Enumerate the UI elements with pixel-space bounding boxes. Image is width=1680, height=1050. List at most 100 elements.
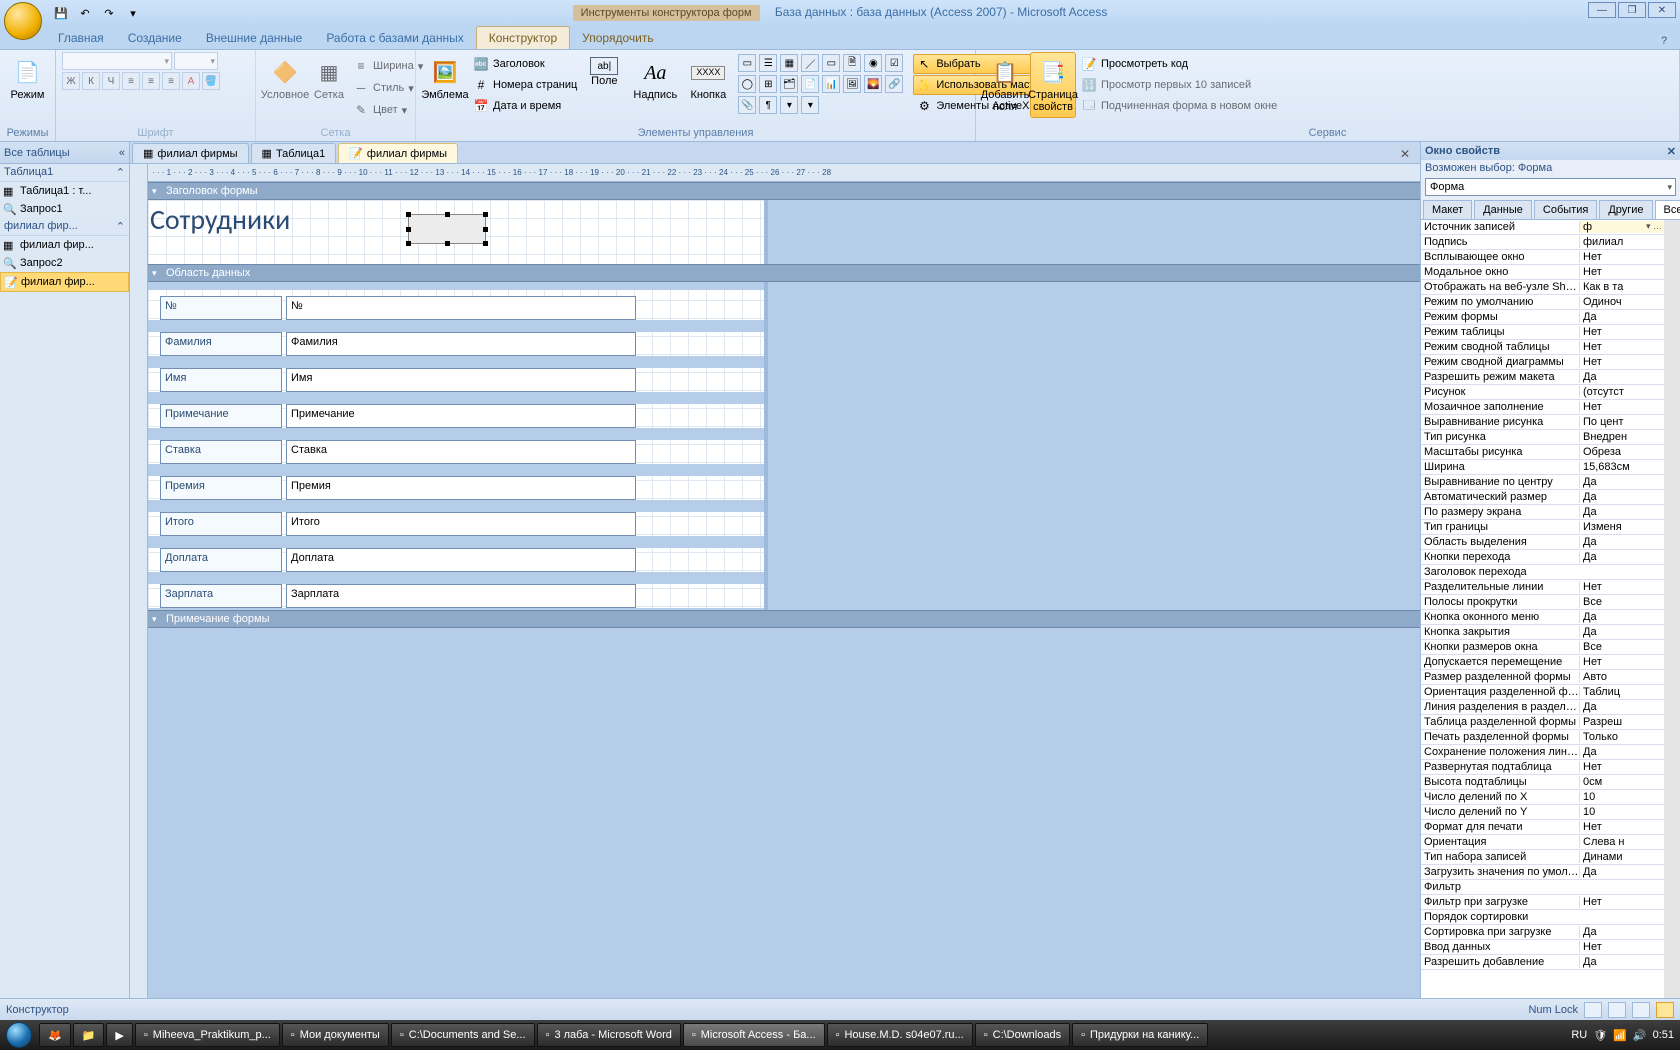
field-row[interactable]: ДоплатаДоплата bbox=[160, 548, 636, 572]
qat-customize-icon[interactable]: ▾ bbox=[122, 3, 144, 23]
form-title-label[interactable]: Сотрудники bbox=[150, 202, 290, 237]
field-label[interactable]: № bbox=[160, 296, 282, 320]
property-object-combo[interactable]: Форма bbox=[1425, 178, 1676, 196]
property-row[interactable]: Тип рисункаВнедрен bbox=[1421, 430, 1664, 445]
date-time-button[interactable]: 📅Дата и время bbox=[470, 96, 580, 116]
undo-icon[interactable]: ↶ bbox=[74, 3, 96, 23]
property-value[interactable]: 15,683см bbox=[1579, 461, 1664, 473]
property-value[interactable]: Нет bbox=[1579, 581, 1664, 593]
property-row[interactable]: Режим сводной диаграммыНет bbox=[1421, 355, 1664, 370]
property-value[interactable]: Да bbox=[1579, 746, 1664, 758]
italic-button[interactable]: К bbox=[82, 72, 100, 90]
taskbar-clock[interactable]: 0:51 bbox=[1653, 1029, 1674, 1041]
system-tray[interactable]: RU 🛡 📶 🔊 0:51 bbox=[1571, 1029, 1680, 1042]
nav-item-table1[interactable]: ▦Таблица1 : т... bbox=[0, 182, 129, 200]
help-icon[interactable]: ? bbox=[1656, 33, 1672, 49]
field-row[interactable]: ЗарплатаЗарплата bbox=[160, 584, 636, 608]
property-grid[interactable]: Источник записейфПодписьфилиалВсплывающе… bbox=[1421, 220, 1664, 998]
taskbar-item[interactable]: ▫Мои документы bbox=[282, 1023, 389, 1047]
grid-width[interactable]: ≡Ширина ▾ bbox=[350, 56, 426, 76]
chevron-left-icon[interactable]: « bbox=[119, 147, 125, 159]
property-row[interactable]: Всплывающее окноНет bbox=[1421, 250, 1664, 265]
property-row[interactable]: Кнопка оконного менюДа bbox=[1421, 610, 1664, 625]
property-value[interactable]: филиал bbox=[1579, 236, 1664, 248]
close-button[interactable]: ✕ bbox=[1648, 2, 1676, 18]
align-left-icon[interactable]: ≡ bbox=[122, 72, 140, 90]
property-value[interactable]: ф bbox=[1579, 221, 1664, 233]
property-value[interactable]: Да bbox=[1579, 371, 1664, 383]
unbound-object-icon[interactable]: 🖼 bbox=[843, 75, 861, 93]
bound-object-icon[interactable]: 🗎 bbox=[843, 54, 861, 72]
property-value[interactable]: Да bbox=[1579, 506, 1664, 518]
view-form-icon[interactable] bbox=[1584, 1002, 1602, 1018]
property-value[interactable]: Нет bbox=[1579, 356, 1664, 368]
property-value[interactable]: Динами bbox=[1579, 851, 1664, 863]
property-value[interactable]: Да bbox=[1579, 311, 1664, 323]
tab-database-tools[interactable]: Работа с базами данных bbox=[314, 27, 475, 49]
property-row[interactable]: Область выделенияДа bbox=[1421, 535, 1664, 550]
property-row[interactable]: Автоматический размерДа bbox=[1421, 490, 1664, 505]
attachment-icon[interactable]: 📎 bbox=[738, 96, 756, 114]
subform-new-window-button[interactable]: 🗔Подчиненная форма в новом окне bbox=[1078, 96, 1280, 116]
property-value[interactable]: Нет bbox=[1579, 941, 1664, 953]
property-value[interactable]: Слева н bbox=[1579, 836, 1664, 848]
property-value[interactable]: По цент bbox=[1579, 416, 1664, 428]
property-value[interactable]: Да bbox=[1579, 536, 1664, 548]
property-row[interactable]: Число делений по X10 bbox=[1421, 790, 1664, 805]
maximize-button[interactable]: ❐ bbox=[1618, 2, 1646, 18]
nav-header[interactable]: Все таблицы« bbox=[0, 142, 129, 164]
title-button[interactable]: 🔤Заголовок bbox=[470, 54, 580, 74]
property-value[interactable]: Да bbox=[1579, 866, 1664, 878]
section-form-header[interactable]: Заголовок формы bbox=[148, 182, 1420, 200]
top-records-button[interactable]: 🔢Просмотр первых 10 записей bbox=[1078, 75, 1280, 95]
option-group-icon[interactable]: ◉ bbox=[864, 54, 882, 72]
field-row[interactable]: ИмяИмя bbox=[160, 368, 636, 392]
conditional-format-button[interactable]: 🔶 Условное bbox=[262, 52, 308, 106]
taskbar-item[interactable]: ▫Придурки на канику... bbox=[1072, 1023, 1208, 1047]
property-row[interactable]: Кнопки размеров окнаВсе bbox=[1421, 640, 1664, 655]
taskbar-item[interactable]: ▫C:\Documents and Se... bbox=[391, 1023, 535, 1047]
property-row[interactable]: Линия разделения в разделенной фДа bbox=[1421, 700, 1664, 715]
field-row[interactable]: ФамилияФамилия bbox=[160, 332, 636, 356]
property-row[interactable]: Число делений по Y10 bbox=[1421, 805, 1664, 820]
property-value[interactable]: Разреш bbox=[1579, 716, 1664, 728]
property-row[interactable]: Кнопки переходаДа bbox=[1421, 550, 1664, 565]
field-label[interactable]: Премия bbox=[160, 476, 282, 500]
property-value[interactable]: Только bbox=[1579, 731, 1664, 743]
field-row[interactable]: ИтогоИтого bbox=[160, 512, 636, 536]
view-button[interactable]: 📄 Режим bbox=[6, 52, 49, 106]
nav-group-table1[interactable]: Таблица1⌃ bbox=[0, 164, 129, 182]
selected-empty-control[interactable] bbox=[408, 214, 486, 244]
page-numbers-button[interactable]: #Номера страниц bbox=[470, 75, 580, 95]
property-value[interactable]: Все bbox=[1579, 641, 1664, 653]
field-label[interactable]: Итого bbox=[160, 512, 282, 536]
taskbar-item[interactable]: ▫Miheeva_Praktikum_p... bbox=[135, 1023, 280, 1047]
ps-tab-all[interactable]: Все bbox=[1655, 200, 1680, 219]
property-row[interactable]: Модальное окноНет bbox=[1421, 265, 1664, 280]
property-row[interactable]: Печать разделенной формыТолько bbox=[1421, 730, 1664, 745]
ql-firefox[interactable]: 🦊 bbox=[39, 1023, 71, 1047]
field-textbox[interactable]: № bbox=[286, 296, 636, 320]
nav-item-branch-form[interactable]: 📝филиал фир... bbox=[0, 272, 129, 292]
option-btn-icon[interactable]: ◯ bbox=[738, 75, 756, 93]
property-value[interactable]: Нет bbox=[1579, 251, 1664, 263]
property-row[interactable]: Выравнивание рисункаПо цент bbox=[1421, 415, 1664, 430]
property-row[interactable]: Размер разделенной формыАвто bbox=[1421, 670, 1664, 685]
view-design-icon[interactable] bbox=[1656, 1002, 1674, 1018]
property-row[interactable]: Отображать на веб-узле SharePointКак в т… bbox=[1421, 280, 1664, 295]
insert-page-icon[interactable]: 📄 bbox=[801, 75, 819, 93]
property-value[interactable]: Нет bbox=[1579, 326, 1664, 338]
property-row[interactable]: Подписьфилиал bbox=[1421, 235, 1664, 250]
label-control[interactable]: AaНадпись bbox=[632, 52, 678, 106]
property-row[interactable]: Тип границыИзменя bbox=[1421, 520, 1664, 535]
font-size-combo[interactable] bbox=[174, 52, 218, 70]
ps-tab-data[interactable]: Данные bbox=[1474, 200, 1532, 219]
logo-button[interactable]: 🖼️ Эмблема bbox=[422, 52, 468, 106]
ps-tab-event[interactable]: События bbox=[1534, 200, 1597, 219]
property-row[interactable]: Фильтр bbox=[1421, 880, 1664, 895]
field-label[interactable]: Фамилия bbox=[160, 332, 282, 356]
property-row[interactable]: По размеру экранаДа bbox=[1421, 505, 1664, 520]
field-row[interactable]: ПримечаниеПримечание bbox=[160, 404, 636, 428]
field-textbox[interactable]: Премия bbox=[286, 476, 636, 500]
tray-network-icon[interactable]: 📶 bbox=[1613, 1029, 1627, 1042]
